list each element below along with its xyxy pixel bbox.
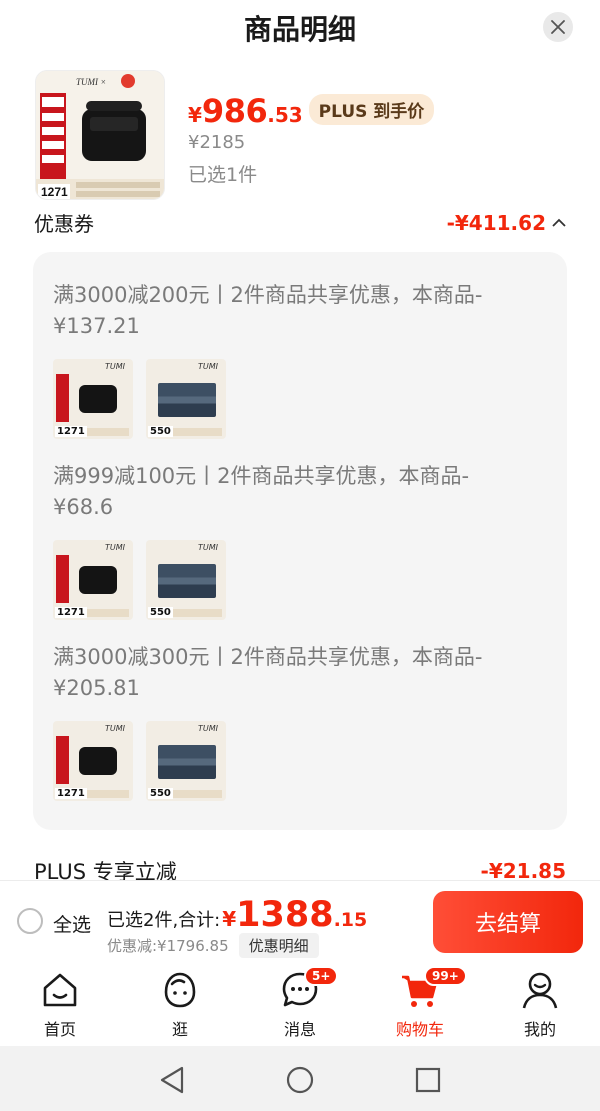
recents-square-icon	[415, 1067, 441, 1093]
thumb-price-badge: 550	[148, 788, 173, 799]
thumb-price-badge: 1271	[55, 426, 87, 437]
plus-price-tag: PLUS 到手价	[308, 93, 435, 125]
order-detail-sheet: 商品明细 TUMI × 1271 ¥ 986 .53 PLUS 到手价 ¥218…	[0, 0, 600, 880]
coupon-description: 满999减100元丨2件商品共享优惠，本商品-¥68.6	[53, 464, 470, 519]
original-price: ¥2185	[188, 132, 246, 153]
system-recents-button[interactable]	[413, 1065, 443, 1095]
select-all-label[interactable]: 全选	[53, 910, 91, 937]
svg-text:1271: 1271	[41, 185, 68, 199]
coupon-item: 满3000减300元丨2件商品共享优惠，本商品-¥205.81 TUMI 127…	[53, 642, 513, 801]
checkout-bar: 全选 已选2件,合计: ¥ 1388 .15 优惠减:¥1796.85 优惠明细…	[0, 880, 600, 962]
total-currency: ¥	[222, 907, 237, 931]
coupon-item: 满3000减200元丨2件商品共享优惠，本商品-¥137.21 TUMI 127…	[53, 280, 513, 439]
coupon-list: 满3000减200元丨2件商品共享优惠，本商品-¥137.21 TUMI 127…	[33, 252, 567, 830]
message-count-badge: 5+	[304, 966, 339, 986]
discount-total: 优惠减:¥1796.85	[107, 937, 229, 955]
product-image[interactable]: TUMI × 1271	[35, 70, 165, 200]
coupon-product-thumb-wallet[interactable]: TUMI 550	[146, 359, 226, 439]
coupon-product-thumb-bag[interactable]: TUMI 1271	[53, 540, 133, 620]
profile-icon	[522, 972, 558, 1009]
checkout-button[interactable]: 去结算	[433, 891, 583, 953]
total-integer: 1388	[236, 895, 334, 935]
coupon-product-thumb-bag[interactable]: TUMI 1271	[53, 359, 133, 439]
price-currency: ¥	[188, 103, 202, 127]
total-line: 已选2件,合计: ¥ 1388 .15	[107, 895, 367, 935]
discount-detail-button[interactable]: 优惠明细	[238, 933, 319, 958]
coupon-product-thumb-wallet[interactable]: TUMI 550	[146, 540, 226, 620]
total-label: 已选2件,合计:	[107, 910, 221, 931]
tab-profile[interactable]: 我的	[500, 970, 580, 1040]
home-icon	[43, 973, 77, 1007]
coupon-total: -¥411.62	[446, 210, 546, 235]
explore-face-icon	[164, 972, 196, 1008]
coupon-description: 满3000减300元丨2件商品共享优惠，本商品-¥205.81	[53, 645, 483, 700]
selected-count: 已选1件	[188, 164, 258, 186]
coupon-item: 满999减100元丨2件商品共享优惠，本商品-¥68.6 TUMI 1271 T…	[53, 461, 513, 620]
system-home-button[interactable]	[285, 1065, 315, 1095]
tab-label: 购物车	[395, 1020, 444, 1039]
chevron-up-icon	[552, 218, 566, 227]
coupon-product-thumb-bag[interactable]: TUMI 1271	[53, 721, 133, 801]
thumb-price-badge: 550	[148, 607, 173, 618]
plus-discount-amount: -¥21.85	[480, 859, 566, 880]
tab-explore[interactable]: 逛	[140, 970, 220, 1040]
total-decimal: .15	[333, 909, 368, 931]
close-icon	[551, 20, 565, 34]
plus-discount-row: PLUS 专享立减 -¥21.85	[34, 856, 566, 880]
tab-home[interactable]: 首页	[20, 970, 100, 1040]
close-button[interactable]	[543, 12, 573, 42]
system-back-button[interactable]	[157, 1065, 187, 1095]
coupon-title: 优惠券	[34, 212, 94, 236]
tab-label: 首页	[43, 1020, 76, 1039]
tab-label: 我的	[523, 1020, 556, 1039]
tumi-bag-product-image: TUMI × 1271	[36, 71, 164, 199]
tab-messages[interactable]: 5+ 消息	[260, 966, 340, 1040]
coupon-description: 满3000减200元丨2件商品共享优惠，本商品-¥137.21	[53, 283, 483, 338]
back-triangle-icon	[160, 1066, 184, 1094]
product-price: ¥ 986 .53 PLUS 到手价	[188, 92, 435, 130]
tab-label: 消息	[283, 1020, 316, 1039]
tab-label: 逛	[171, 1020, 188, 1039]
sheet-title: 商品明细	[243, 13, 356, 46]
coupon-product-thumb-wallet[interactable]: TUMI 550	[146, 721, 226, 801]
select-all-checkbox[interactable]	[17, 908, 43, 934]
thumb-price-badge: 550	[148, 426, 173, 437]
tab-cart[interactable]: 99+ 购物车	[380, 966, 467, 1040]
system-navigation-bar	[0, 1046, 600, 1111]
coupon-section-header[interactable]: 优惠券 -¥411.62	[34, 208, 566, 237]
bottom-tab-bar: 首页 逛 5+ 消息 99+ 购物车 我的	[0, 962, 600, 1046]
price-integer: 986	[201, 92, 268, 130]
thumb-price-badge: 1271	[55, 788, 87, 799]
cart-count-badge: 99+	[424, 966, 467, 986]
plus-discount-label: PLUS 专享立减	[34, 860, 177, 880]
home-circle-icon	[286, 1066, 314, 1094]
price-decimal: .53	[267, 103, 303, 127]
svg-text:TUMI ×: TUMI ×	[76, 77, 106, 87]
thumb-price-badge: 1271	[55, 607, 87, 618]
